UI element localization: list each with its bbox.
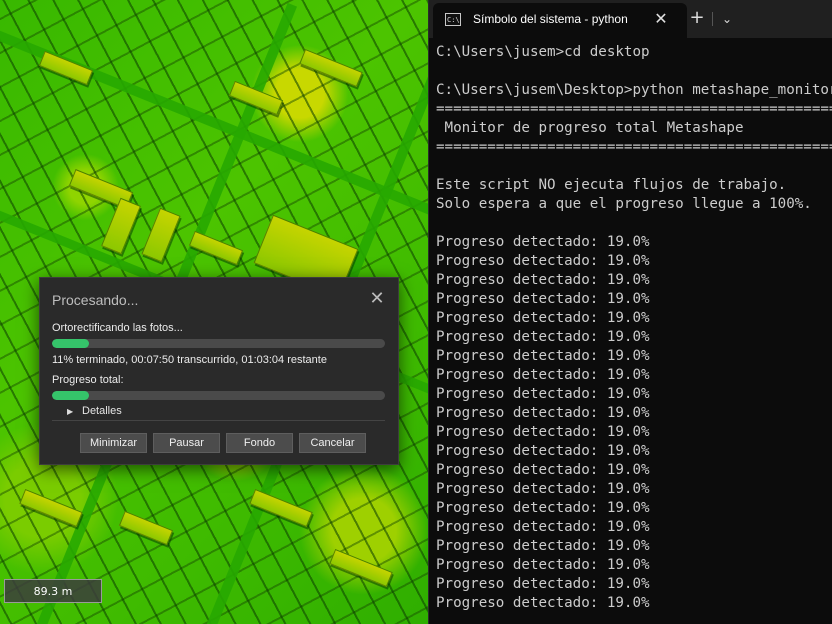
tab-separator [712,12,713,26]
task-progress-bar [52,339,385,348]
terminal-line: Progreso detectado: 19.0% [436,386,650,402]
command-prompt-icon: C:\ [445,13,461,26]
expand-triangle-icon: ▶ [67,407,74,416]
total-progress-fill [52,391,89,400]
task-progress-fill [52,339,89,348]
dialog-title: Procesando... [52,292,139,308]
terminal-line: Monitor de progreso total Metashape [436,120,744,136]
minimize-button[interactable]: Minimizar [80,433,147,453]
terminal-line: Progreso detectado: 19.0% [436,367,650,383]
background-button[interactable]: Fondo [226,433,293,453]
pause-button[interactable]: Pausar [153,433,220,453]
total-progress-bar [52,391,385,400]
status-text: 11% terminado, 00:07:50 transcurrido, 01… [52,354,327,366]
tab-bar: C:\ Símbolo del sistema - python ✕ + ⌄ [429,0,832,38]
map-building [141,207,181,263]
task-label: Ortorectificando las fotos... [52,322,183,334]
terminal-line: Progreso detectado: 19.0% [436,500,650,516]
map-building [299,48,363,88]
tab-close-icon[interactable]: ✕ [651,9,671,28]
scale-bar: 89.3 m [4,579,102,603]
details-expander[interactable]: ▶ Detalles [52,404,385,421]
terminal-line: Progreso detectado: 19.0% [436,234,650,250]
map-building [19,488,83,528]
terminal-line: C:\Users\jusem\Desktop>python metashape_… [436,82,832,98]
terminal-line: Progreso detectado: 19.0% [436,272,650,288]
cancel-button[interactable]: Cancelar [299,433,366,453]
terminal-output[interactable]: C:\Users\jusem>cd desktop C:\Users\jusem\… [436,43,832,613]
terminal-line: Progreso detectado: 19.0% [436,462,650,478]
total-progress-label: Progreso total: [52,374,124,386]
terminal-line: Progreso detectado: 19.0% [436,576,650,592]
terminal-line: Progreso detectado: 19.0% [436,443,650,459]
map-building [38,50,94,86]
close-icon[interactable]: ✕ [368,289,386,307]
scale-bar-label: 89.3 m [33,584,73,598]
terminal-line: ========================================… [436,101,832,117]
terminal-line: Progreso detectado: 19.0% [436,557,650,573]
terminal-window: C:\ Símbolo del sistema - python ✕ + ⌄ C… [428,0,832,624]
terminal-line: Progreso detectado: 19.0% [436,519,650,535]
chevron-down-icon[interactable]: ⌄ [717,9,737,29]
terminal-line: C:\Users\jusem>cd desktop [436,44,650,60]
terminal-line: Progreso detectado: 19.0% [436,405,650,421]
terminal-line: Progreso detectado: 19.0% [436,310,650,326]
terminal-line: ========================================… [436,139,832,155]
processing-dialog: Procesando... ✕ Ortorectificando las fot… [39,277,399,465]
tab-title: Símbolo del sistema - python [473,12,628,26]
terminal-line: Este script NO ejecuta flujos de trabajo… [436,177,787,193]
map-building [329,548,393,588]
terminal-line: Progreso detectado: 19.0% [436,253,650,269]
map-building [118,510,174,546]
tab-command-prompt[interactable]: C:\ Símbolo del sistema - python ✕ [433,3,687,38]
terminal-line: Progreso detectado: 19.0% [436,424,650,440]
terminal-line: Progreso detectado: 19.0% [436,348,650,364]
map-building [101,197,141,255]
dialog-button-row: Minimizar Pausar Fondo Cancelar [80,433,366,453]
terminal-line: Progreso detectado: 19.0% [436,291,650,307]
terminal-line: Solo espera a que el progreso llegue a 1… [436,196,812,212]
terminal-line: Progreso detectado: 19.0% [436,481,650,497]
map-building [188,230,244,266]
terminal-line: Progreso detectado: 19.0% [436,595,650,611]
terminal-line: Progreso detectado: 19.0% [436,538,650,554]
terminal-line: Progreso detectado: 19.0% [436,329,650,345]
details-label: Detalles [82,405,122,417]
new-tab-plus-icon[interactable]: + [687,8,707,28]
